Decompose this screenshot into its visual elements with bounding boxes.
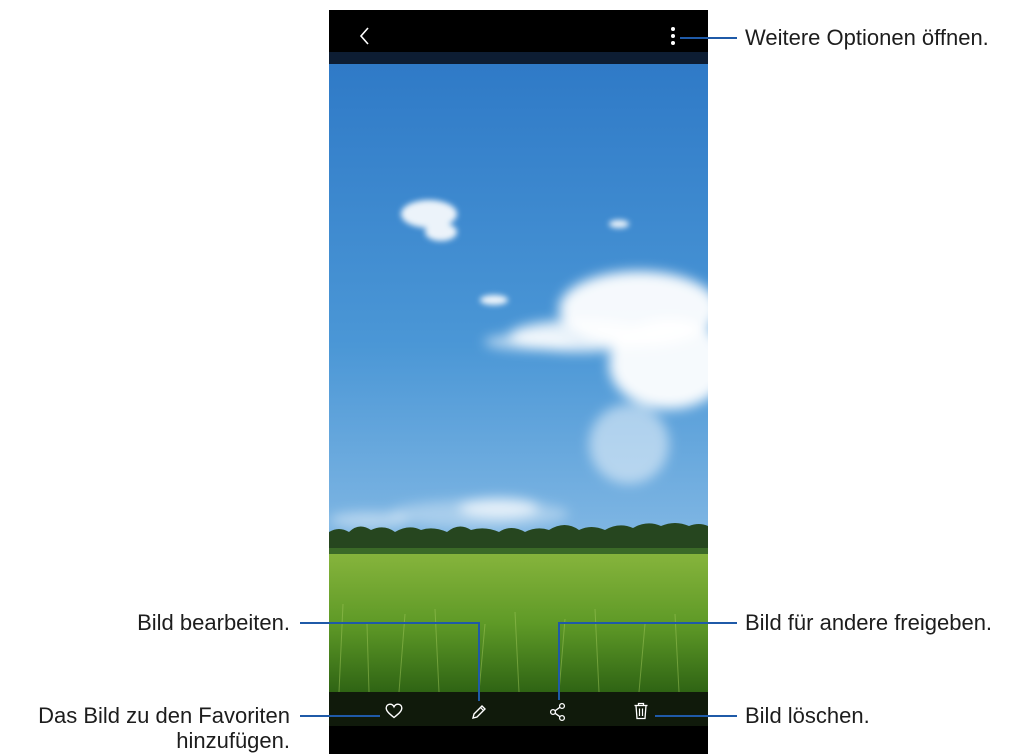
callout-line-favorite [300, 715, 380, 717]
landscape-photo [329, 64, 708, 692]
pencil-icon[interactable] [470, 703, 488, 721]
callout-line-edit-v [478, 622, 480, 701]
callout-line-more [680, 37, 737, 39]
callout-edit: Bild bearbeiten. [137, 610, 290, 635]
callout-line-edit-h [300, 622, 480, 624]
callout-more-options: Weitere Optionen öffnen. [745, 25, 989, 50]
share-icon[interactable] [549, 702, 567, 722]
callout-line-share-h [558, 622, 737, 624]
callout-line-share-v [558, 622, 560, 700]
callout-line-delete [655, 715, 737, 717]
trash-icon[interactable] [633, 702, 649, 720]
callout-favorite-line1: Das Bild zu den Favoriten [38, 703, 290, 728]
more-vertical-icon[interactable] [669, 26, 677, 46]
callout-delete: Bild löschen. [745, 703, 870, 728]
callout-share: Bild für andere freigeben. [745, 610, 993, 635]
callout-favorite-line2: hinzufügen. [176, 728, 290, 753]
heart-icon[interactable] [385, 703, 403, 719]
chevron-left-icon[interactable] [357, 26, 373, 46]
bottom-bar [329, 726, 708, 754]
phone-screen [329, 10, 708, 754]
top-bar [329, 10, 708, 52]
